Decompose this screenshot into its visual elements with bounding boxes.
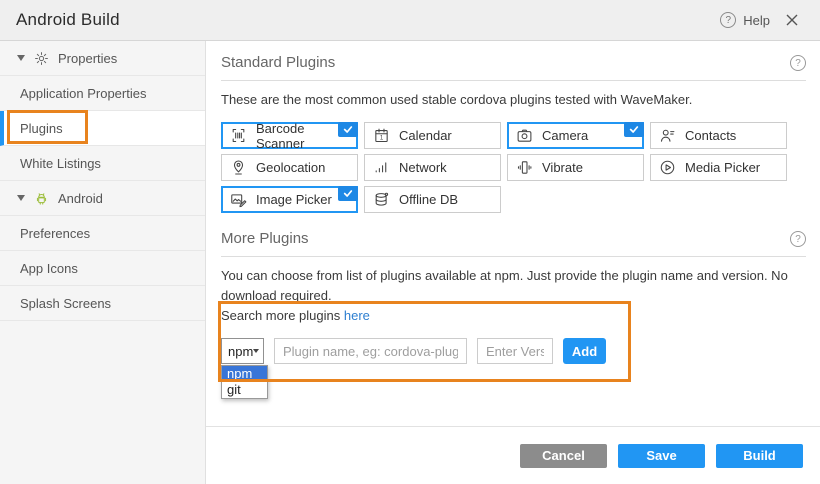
standard-plugins-description: These are the most common used stable co…	[221, 90, 805, 110]
gear-icon	[34, 51, 49, 66]
plugin-toggle-calendar[interactable]: 1 Calendar	[364, 122, 501, 149]
sidebar-item-label: Plugins	[20, 121, 63, 136]
standard-plugins-help-icon[interactable]: ?	[790, 55, 806, 71]
sidebar-item-splash-screens[interactable]: Splash Screens	[0, 286, 205, 321]
plugin-label: Offline DB	[399, 192, 458, 207]
search-plugins-text: Search more plugins	[221, 308, 340, 323]
more-plugins-title: More Plugins	[221, 230, 309, 248]
main-panel: Standard Plugins ? These are the most co…	[206, 41, 820, 484]
sidebar-item-label: Android	[58, 191, 103, 206]
plugin-toggle-camera[interactable]: Camera	[507, 122, 644, 149]
sidebar-item-application-properties[interactable]: Application Properties	[0, 76, 205, 111]
sidebar-item-label: Splash Screens	[20, 296, 111, 311]
sidebar-item-android[interactable]: Android	[0, 181, 205, 216]
help-label: Help	[743, 13, 770, 28]
sidebar-item-preferences[interactable]: Preferences	[0, 216, 205, 251]
header-actions: ? Help	[720, 12, 798, 28]
plugin-name-input[interactable]	[274, 338, 467, 364]
plugin-source-value: npm	[228, 344, 253, 359]
triangle-down-icon	[17, 55, 25, 61]
calendar-icon: 1	[373, 127, 390, 144]
help-icon: ?	[720, 12, 736, 28]
plugin-toggle-image-picker[interactable]: Image Picker	[221, 186, 358, 213]
sidebar: Properties Application Properties Plugins W…	[0, 41, 206, 484]
build-button[interactable]: Build	[716, 444, 803, 468]
vibrate-icon	[516, 159, 533, 176]
sidebar-item-app-icons[interactable]: App Icons	[0, 251, 205, 286]
contacts-icon	[659, 127, 676, 144]
cancel-button[interactable]: Cancel	[520, 444, 607, 468]
plugin-label: Calendar	[399, 128, 452, 143]
close-icon[interactable]	[786, 14, 798, 26]
save-button[interactable]: Save	[618, 444, 705, 468]
plugin-toggle-vibrate[interactable]: Vibrate	[507, 154, 644, 181]
media-picker-icon	[659, 159, 676, 176]
offline-db-icon	[373, 191, 390, 208]
network-icon	[373, 159, 390, 176]
dialog-title: Android Build	[16, 10, 120, 30]
sidebar-item-plugins[interactable]: Plugins	[0, 111, 205, 146]
search-plugins-link[interactable]: here	[344, 308, 370, 323]
plugin-toggle-media-picker[interactable]: Media Picker	[650, 154, 787, 181]
sidebar-item-properties[interactable]: Properties	[0, 41, 205, 76]
more-plugins-help-icon[interactable]: ?	[790, 231, 806, 247]
standard-plugins-title: Standard Plugins	[221, 54, 335, 72]
plugin-toggle-contacts[interactable]: Contacts	[650, 122, 787, 149]
svg-text:1: 1	[380, 135, 384, 141]
plugin-label: Contacts	[685, 128, 736, 143]
plugin-toggle-offline-db[interactable]: Offline DB	[364, 186, 501, 213]
more-plugins-header: More Plugins ?	[221, 217, 806, 257]
more-plugins-description-text: You can choose from list of plugins avai…	[221, 268, 788, 303]
geolocation-icon	[230, 159, 247, 176]
sidebar-item-label: Properties	[58, 51, 117, 66]
checked-icon	[624, 122, 644, 137]
plugin-toggle-barcode-scanner[interactable]: Barcode Scanner	[221, 122, 358, 149]
standard-plugins-header: Standard Plugins ?	[221, 41, 806, 81]
sidebar-item-label: Application Properties	[20, 86, 146, 101]
plugin-label: Geolocation	[256, 160, 325, 175]
plugin-source-select-wrap: npm npmgit	[221, 338, 264, 364]
sidebar-item-label: App Icons	[20, 261, 78, 276]
plugin-source-options: npmgit	[221, 365, 268, 399]
image-picker-icon	[230, 191, 247, 208]
dialog-header: Android Build ? Help	[0, 0, 820, 41]
source-option-git[interactable]: git	[222, 382, 267, 398]
dialog-footer: Cancel Save Build	[206, 426, 820, 484]
add-plugin-controls: npm npmgit Add	[221, 338, 805, 364]
sidebar-item-label: Preferences	[20, 226, 90, 241]
plugin-source-select[interactable]: npm	[221, 338, 264, 364]
plugin-version-input[interactable]	[477, 338, 553, 364]
sidebar-item-label: White Listings	[20, 156, 101, 171]
plugin-label: Vibrate	[542, 160, 583, 175]
add-plugin-button[interactable]: Add	[563, 338, 606, 364]
plugin-label: Network	[399, 160, 447, 175]
standard-plugins-grid: Barcode Scanner 1 Calendar Camera Contacts Ge…	[221, 122, 805, 213]
checked-icon	[338, 186, 358, 201]
plugin-toggle-geolocation[interactable]: Geolocation	[221, 154, 358, 181]
chevron-down-icon	[253, 349, 259, 353]
checked-icon	[338, 122, 358, 137]
help-button[interactable]: ? Help	[720, 12, 770, 28]
triangle-down-icon	[17, 195, 25, 201]
plugin-label: Camera	[542, 128, 588, 143]
plugin-toggle-network[interactable]: Network	[364, 154, 501, 181]
android-icon	[34, 191, 49, 206]
barcode-scanner-icon	[230, 127, 247, 144]
sidebar-item-white-listings[interactable]: White Listings	[0, 146, 205, 181]
more-plugins-description: You can choose from list of plugins avai…	[221, 266, 805, 326]
plugin-label: Image Picker	[256, 192, 332, 207]
plugin-label: Media Picker	[685, 160, 760, 175]
camera-icon	[516, 127, 533, 144]
source-option-npm[interactable]: npm	[222, 366, 267, 382]
